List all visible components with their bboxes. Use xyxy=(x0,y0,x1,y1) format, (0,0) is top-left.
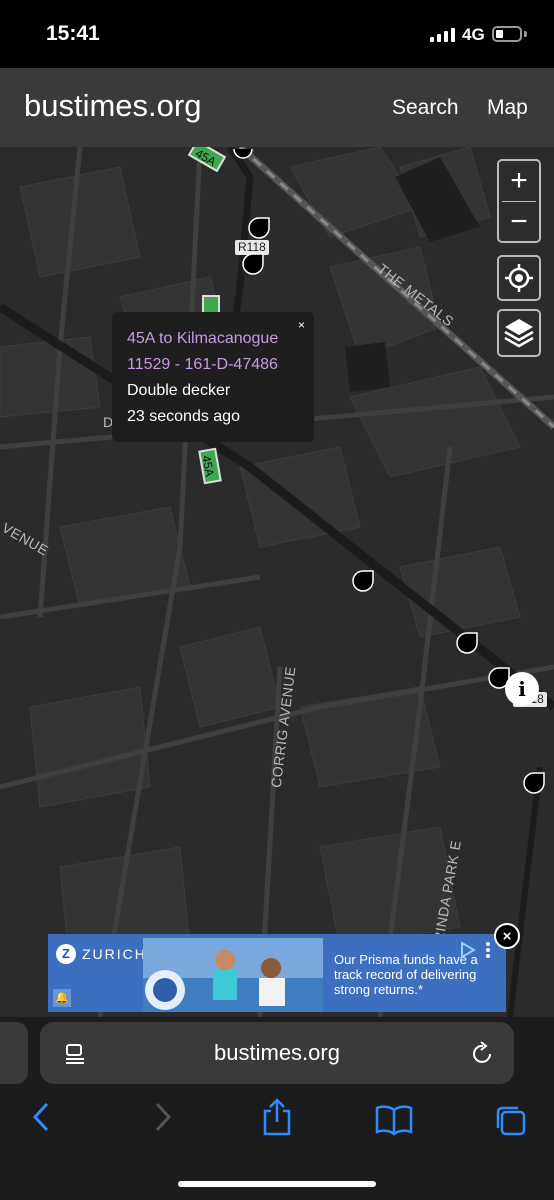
zoom-in-button[interactable]: + xyxy=(499,161,539,201)
bus-stop-marker[interactable] xyxy=(232,147,254,165)
locate-button[interactable] xyxy=(497,255,541,301)
ad-image xyxy=(143,938,323,1012)
popup-close-button[interactable]: × xyxy=(298,318,305,332)
site-header: bustimes.org Search Map xyxy=(0,68,554,147)
locate-icon xyxy=(505,264,533,292)
address-bar[interactable]: bustimes.org xyxy=(40,1022,514,1084)
bus-stop-marker[interactable] xyxy=(456,632,478,654)
bus-stop-marker[interactable] xyxy=(523,772,545,794)
bus-stop-marker[interactable] xyxy=(242,253,264,275)
more-options-icon[interactable] xyxy=(484,940,492,960)
map-info-button[interactable]: i xyxy=(505,672,539,706)
map-view[interactable]: R118 R118 THE METALS CORRIG AVENUE LARIN… xyxy=(0,147,554,1017)
network-type: 4G xyxy=(462,25,485,44)
vehicle-popup: × 45A to Kilmacanogue 11529 - 161-D-4748… xyxy=(112,312,314,442)
tabs-icon[interactable] xyxy=(494,1104,528,1138)
status-bar: 15:41 4G xyxy=(0,0,554,68)
back-icon[interactable] xyxy=(30,1100,54,1134)
forward-icon[interactable] xyxy=(150,1100,174,1134)
zurich-logo: Z xyxy=(56,944,76,964)
bus-stop-marker[interactable] xyxy=(352,570,374,592)
popup-route-link[interactable]: 45A to Kilmacanogue xyxy=(127,326,314,352)
site-logo[interactable]: bustimes.org xyxy=(24,88,201,124)
popup-vehicle-link[interactable]: 11529 - 161-D-47486 xyxy=(127,352,314,378)
layers-button[interactable] xyxy=(497,309,541,357)
layers-icon xyxy=(504,319,534,348)
adchoices-icon[interactable] xyxy=(458,940,478,960)
map-base xyxy=(0,147,554,1017)
popup-vehicle-type: Double decker xyxy=(127,382,231,399)
address-url: bustimes.org xyxy=(214,1040,340,1065)
zoom-control: + − xyxy=(497,159,541,243)
bell-icon: 🔔 xyxy=(53,989,71,1007)
popup-updated-time: 23 seconds ago xyxy=(127,408,240,425)
bookmarks-icon[interactable] xyxy=(375,1104,413,1136)
ad-brand: ZURICH xyxy=(82,946,147,962)
map-link[interactable]: Map xyxy=(487,96,528,120)
battery-icon xyxy=(492,26,522,42)
share-icon[interactable] xyxy=(262,1097,292,1137)
advertisement-banner[interactable]: Z ZURICH Our Prisma funds have a track r… xyxy=(48,934,506,1012)
previous-tab[interactable] xyxy=(0,1022,28,1084)
home-indicator xyxy=(178,1181,376,1187)
search-link[interactable]: Search xyxy=(392,96,459,120)
zoom-out-button[interactable]: − xyxy=(499,202,539,242)
reload-icon[interactable] xyxy=(470,1041,496,1067)
signal-icon xyxy=(430,26,455,42)
bus-stop-marker[interactable] xyxy=(248,217,270,239)
ad-close-button[interactable]: × xyxy=(494,923,520,949)
status-time: 15:41 xyxy=(46,22,100,45)
